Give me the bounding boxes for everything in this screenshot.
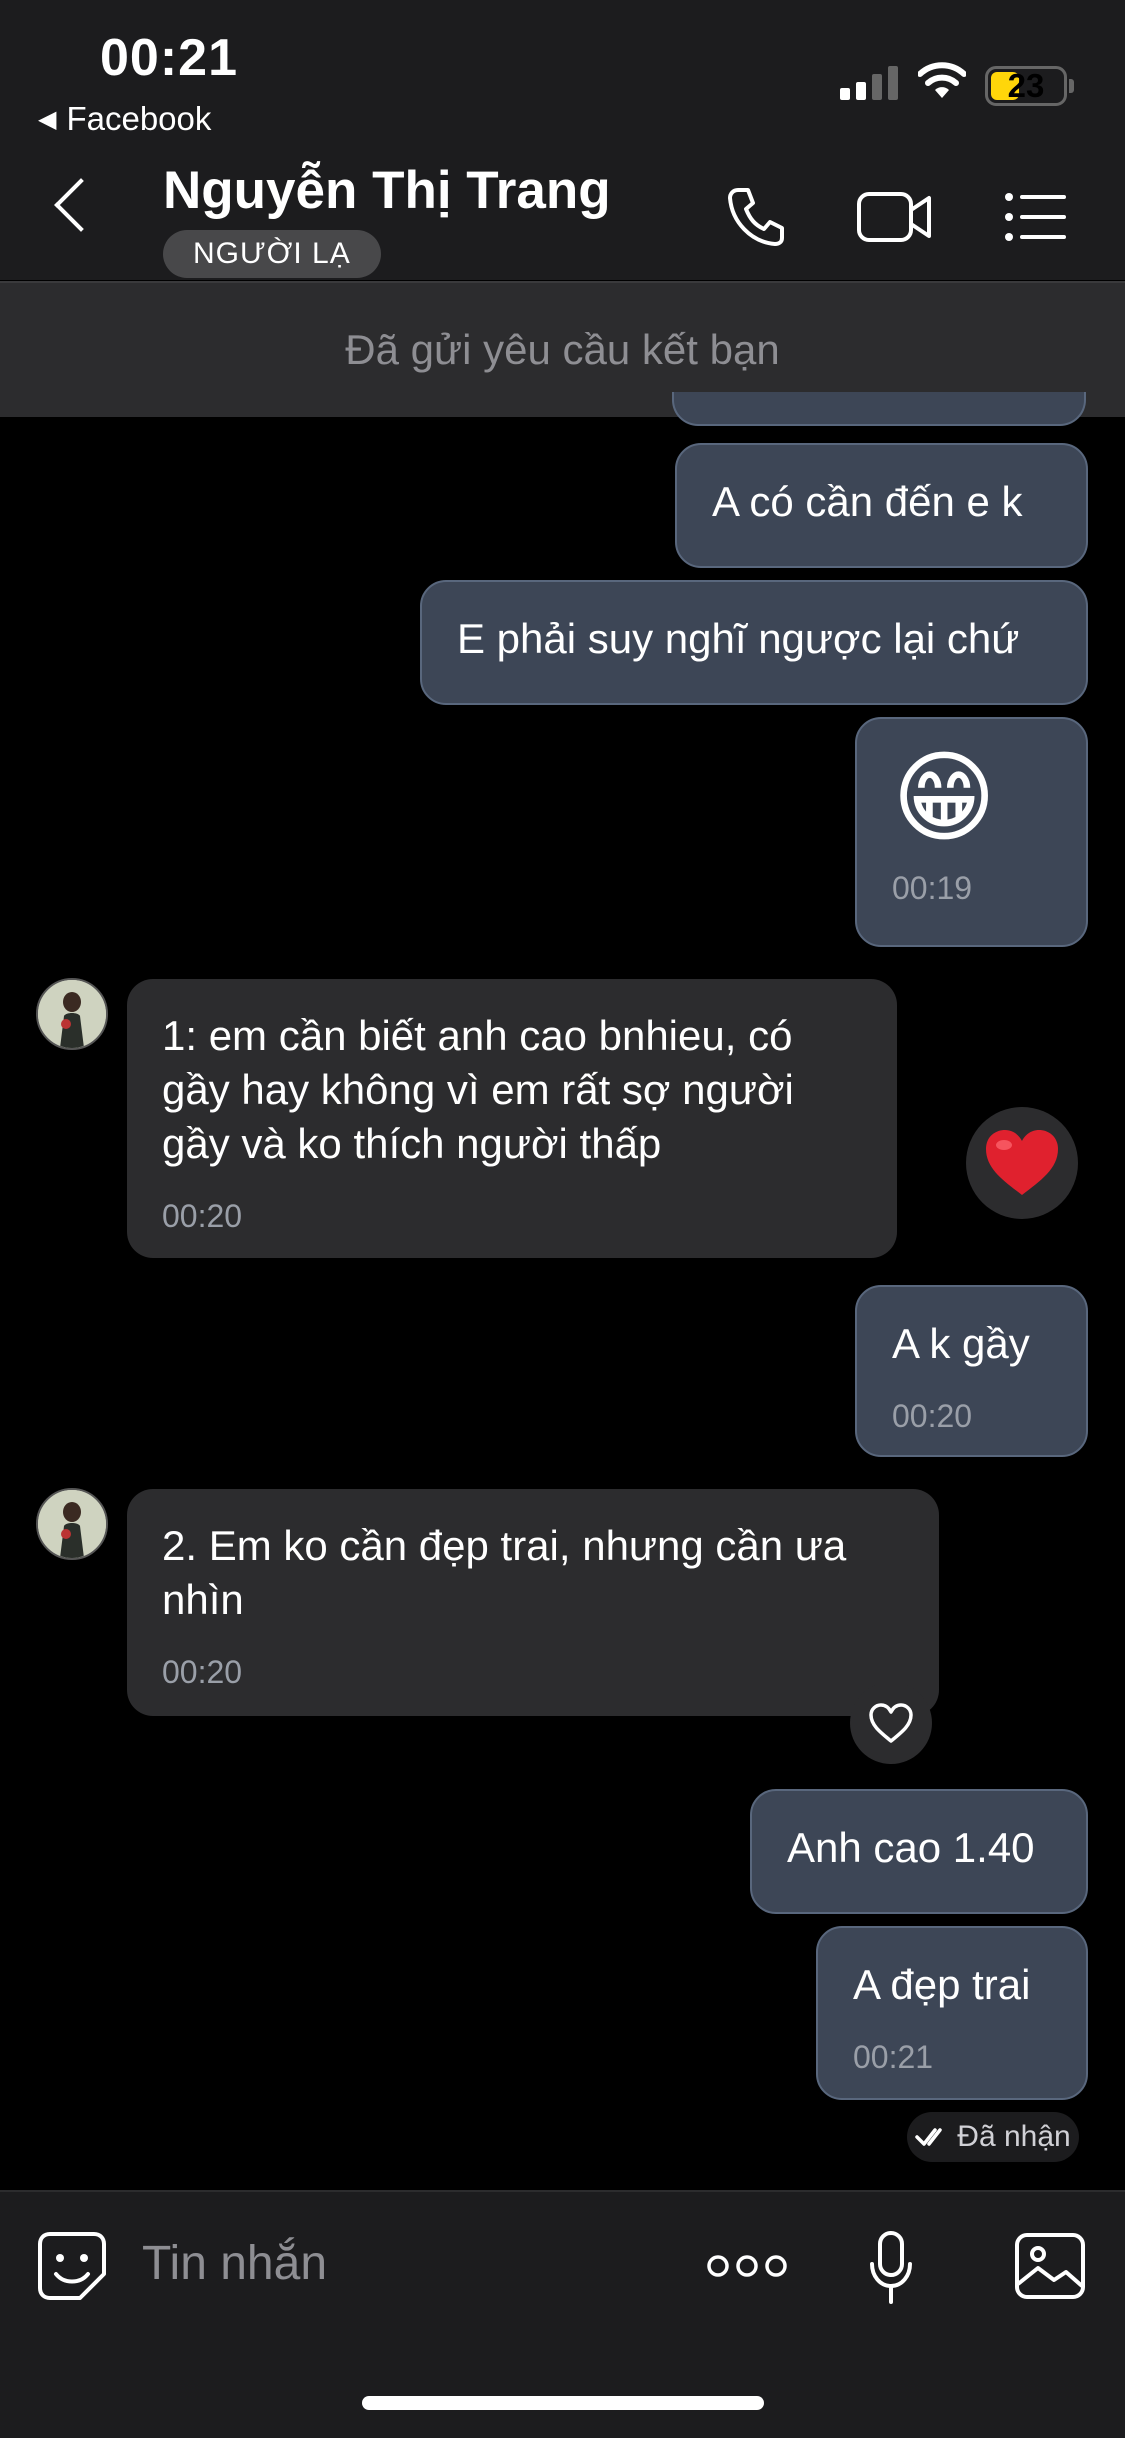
message-time: 00:21 (853, 2039, 934, 2075)
message-text: 1: em cần biết anh cao bnhieu, có gầy ha… (162, 1012, 794, 1167)
wifi-icon (918, 62, 966, 98)
back-triangle-icon: ◀ (38, 105, 57, 133)
microphone-icon[interactable] (868, 2230, 914, 2306)
double-check-icon (915, 2128, 943, 2146)
battery-icon: 23 (985, 66, 1074, 106)
battery-level: 23 (1007, 67, 1045, 104)
heart-reaction[interactable] (966, 1107, 1078, 1219)
message-text: A k gầy (892, 1320, 1030, 1367)
react-heart-button[interactable] (850, 1682, 932, 1764)
delivery-status-text: Đã nhận (957, 2120, 1071, 2153)
avatar-photo (38, 980, 106, 1048)
stranger-badge: NGƯỜI LẠ (163, 230, 381, 278)
previous-message-bubble[interactable] (672, 392, 1086, 426)
red-heart-icon (986, 1130, 1058, 1195)
message-bubble-outgoing[interactable]: Anh cao 1.40 (750, 1789, 1088, 1914)
cellular-signal-icon (840, 66, 898, 100)
home-indicator[interactable] (362, 2396, 764, 2410)
message-bubble-outgoing[interactable]: 😁 00:19 (855, 717, 1088, 947)
grinning-face-emoji: 😁 (892, 742, 997, 854)
message-bubble-outgoing[interactable]: A k gầy 00:20 (855, 1285, 1088, 1457)
phone-icon[interactable] (724, 184, 788, 248)
avatar[interactable] (36, 1488, 108, 1560)
message-text: Anh cao 1.40 (787, 1824, 1035, 1871)
top-bar: 00:21 ◀ Facebook 23 Nguyễn Thị Trang NGƯ… (0, 0, 1125, 280)
message-time: 00:19 (892, 870, 973, 906)
message-text: A có cần đến e k (712, 478, 1023, 525)
more-dots-icon[interactable] (706, 2254, 788, 2278)
contact-name[interactable]: Nguyễn Thị Trang (163, 160, 611, 221)
back-app-label: Facebook (66, 100, 212, 137)
message-input[interactable]: Tin nhắn (142, 2236, 327, 2291)
delivery-status: Đã nhận (907, 2112, 1079, 2162)
message-bubble-outgoing[interactable]: E phải suy nghĩ ngược lại chứ (420, 580, 1088, 705)
message-time: 00:20 (162, 1654, 243, 1690)
back-chevron-icon[interactable] (54, 178, 108, 232)
message-text: A đẹp trai (853, 1961, 1031, 2008)
avatar[interactable] (36, 978, 108, 1050)
message-bubble-incoming[interactable]: 1: em cần biết anh cao bnhieu, có gầy ha… (127, 979, 897, 1258)
message-text: 2. Em ko cần đẹp trai, nhưng cần ưa nhìn (162, 1522, 847, 1623)
avatar-photo (38, 1490, 106, 1558)
message-bubble-outgoing[interactable]: A đẹp trai 00:21 (816, 1926, 1088, 2100)
image-icon[interactable] (1014, 2232, 1086, 2300)
status-time: 00:21 (100, 29, 238, 87)
message-time: 00:20 (892, 1398, 973, 1434)
message-bubble-outgoing[interactable]: A có cần đến e k (675, 443, 1088, 568)
sticker-icon[interactable] (36, 2230, 108, 2302)
message-bubble-incoming[interactable]: 2. Em ko cần đẹp trai, nhưng cần ưa nhìn… (127, 1489, 939, 1716)
heart-outline-icon (869, 1703, 913, 1743)
message-time: 00:20 (162, 1198, 243, 1234)
message-text: E phải suy nghĩ ngược lại chứ (457, 615, 1020, 662)
video-call-icon[interactable] (856, 186, 934, 246)
menu-list-icon[interactable] (1004, 192, 1068, 242)
back-to-app-link[interactable]: ◀ Facebook (38, 100, 211, 138)
